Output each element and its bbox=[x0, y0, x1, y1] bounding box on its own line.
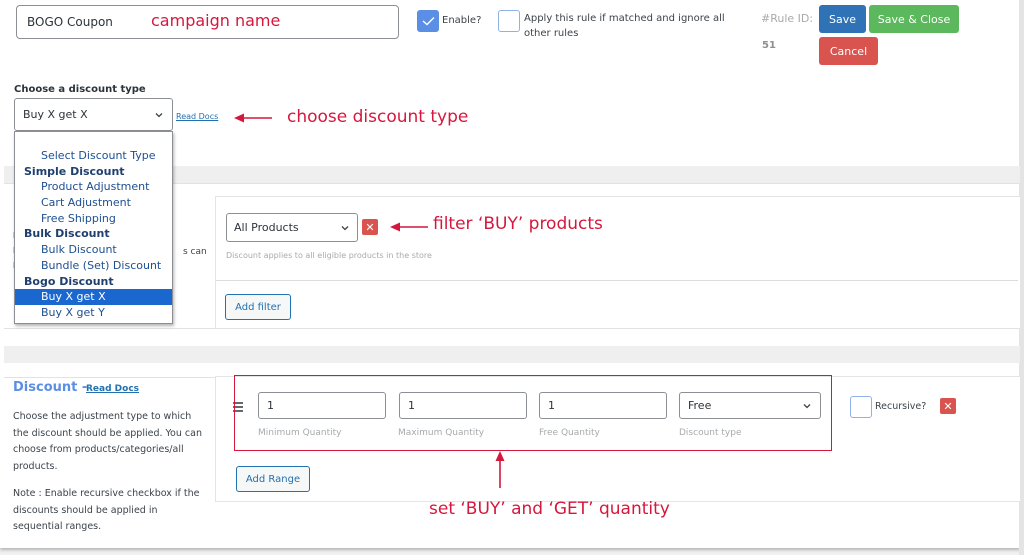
annotation-arrow-left-icon bbox=[234, 113, 272, 123]
section-separator bbox=[4, 346, 1020, 363]
dropdown-group-label: Simple Discount bbox=[24, 164, 125, 178]
dropdown-option[interactable]: Buy X get Y bbox=[15, 305, 172, 321]
apply-rule-label: Apply this rule if matched and ignore al… bbox=[524, 13, 725, 39]
remove-range-button[interactable]: ✕ bbox=[940, 398, 956, 414]
dropdown-option[interactable]: Free Shipping bbox=[15, 211, 172, 227]
chevron-down-icon bbox=[341, 225, 349, 230]
dropdown-option[interactable]: Bundle (Set) Discount bbox=[15, 258, 172, 274]
enable-label: Enable? bbox=[442, 15, 482, 26]
save-close-button[interactable]: Save & Close bbox=[869, 5, 959, 33]
discount-read-docs-link[interactable]: Read Docs bbox=[86, 384, 139, 394]
discount-type-select[interactable]: Buy X get X bbox=[14, 98, 173, 131]
dropdown-option[interactable]: Cart Adjustment bbox=[15, 195, 172, 211]
apply-rule-checkbox[interactable] bbox=[498, 10, 520, 32]
dropdown-option[interactable]: Bulk Discount bbox=[15, 242, 172, 258]
add-range-button[interactable]: Add Range bbox=[236, 466, 310, 492]
discount-title-text: Discount bbox=[13, 380, 78, 395]
dropdown-group-label: Bulk Discount bbox=[24, 227, 110, 241]
discount-type-label: Choose a discount type bbox=[14, 84, 146, 95]
rule-id-label: #Rule ID: bbox=[761, 12, 814, 25]
dropdown-option[interactable]: Select Discount Type bbox=[15, 148, 172, 164]
remove-filter-button[interactable]: ✕ bbox=[362, 219, 378, 235]
annotation-arrow-left-icon bbox=[390, 222, 428, 232]
filter-hint: Discount applies to all eligible product… bbox=[226, 251, 432, 260]
discount-type-selected-value: Buy X get X bbox=[23, 108, 88, 121]
discount-note: Note : Enable recursive checkbox if the … bbox=[13, 488, 200, 532]
annotation-arrow-up-icon bbox=[495, 451, 505, 488]
close-icon: ✕ bbox=[365, 220, 375, 234]
dropdown-group-label: Bogo Discount bbox=[24, 274, 114, 288]
annotation-highlight-box bbox=[234, 375, 832, 451]
close-icon: ✕ bbox=[943, 399, 953, 413]
chevron-down-icon bbox=[155, 112, 163, 117]
dropdown-option[interactable]: Buy X get X bbox=[15, 289, 172, 305]
filter-type-select[interactable]: All Products bbox=[226, 213, 358, 242]
annotation-campaign-name: campaign name bbox=[151, 11, 281, 30]
annotation-set-quantity: set ‘BUY’ and ‘GET’ quantity bbox=[429, 499, 670, 519]
annotation-filter-buy: filter ‘BUY’ products bbox=[433, 214, 603, 234]
filter-type-selected-value: All Products bbox=[234, 221, 299, 234]
add-filter-button[interactable]: Add filter bbox=[225, 294, 291, 320]
section-divider bbox=[4, 328, 1020, 329]
filter-description-partial: s can bbox=[183, 247, 207, 257]
check-icon bbox=[422, 17, 435, 26]
save-button[interactable]: Save bbox=[819, 5, 866, 33]
discount-type-dropdown-menu: Select Discount Type Simple Discount Produ… bbox=[14, 131, 173, 324]
annotation-choose-type: choose discount type bbox=[287, 107, 469, 127]
cancel-button[interactable]: Cancel bbox=[819, 37, 878, 65]
dropdown-option[interactable]: Product Adjustment bbox=[15, 179, 172, 195]
discount-description: Choose the adjustment type to which the … bbox=[13, 411, 202, 472]
recursive-checkbox[interactable] bbox=[850, 396, 872, 418]
discount-section-title: Discount - bbox=[13, 380, 87, 395]
rule-id-value: 51 bbox=[762, 40, 776, 51]
discount-type-read-docs-link[interactable]: Read Docs bbox=[176, 112, 218, 121]
enable-checkbox[interactable] bbox=[417, 10, 439, 32]
filter-divider bbox=[216, 280, 1018, 281]
recursive-label: Recursive? bbox=[875, 401, 927, 412]
